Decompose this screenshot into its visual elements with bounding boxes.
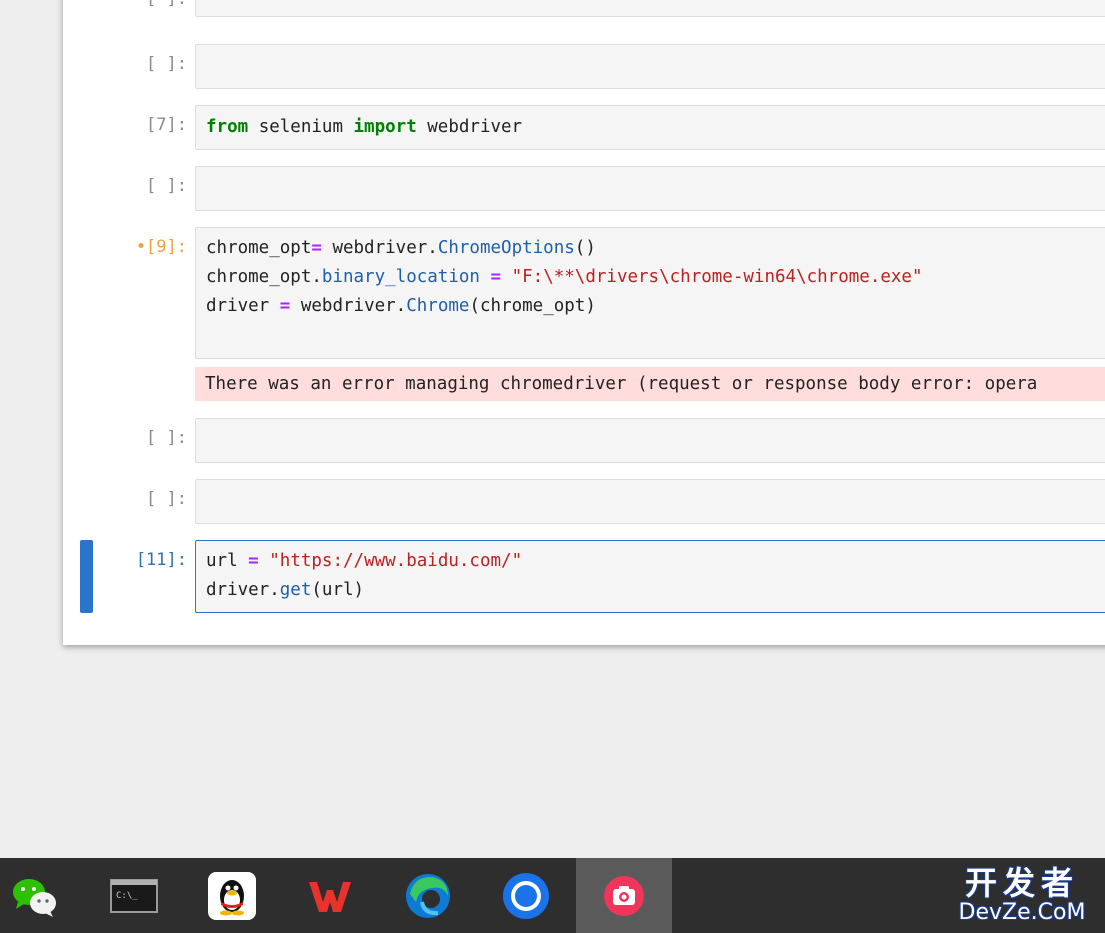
attribute-name: binary_location xyxy=(321,267,480,287)
code-line: from selenium import webdriver xyxy=(196,106,1105,148)
taskbar-chrome[interactable] xyxy=(478,858,574,933)
cell-prompt: •[9]: xyxy=(135,237,187,257)
cell-input[interactable] xyxy=(195,166,1105,211)
terminal-label: C:\_ xyxy=(116,891,138,901)
code-text: chrome_opt. xyxy=(206,267,322,287)
string-literal: "https://www.baidu.com/" xyxy=(269,551,523,571)
qq-icon xyxy=(208,872,256,920)
code-text: url xyxy=(206,551,249,571)
code-text: webdriver. xyxy=(290,296,407,316)
code-cell[interactable]: [ ]: xyxy=(63,166,1105,211)
cell-input[interactable]: url = "https://www.baidu.com/" driver.ge… xyxy=(195,540,1105,613)
string-literal: "F:\**\drivers\chrome-win64\chrome.exe" xyxy=(511,267,923,287)
operator: = xyxy=(311,238,322,258)
watermark-title: 开发者 xyxy=(964,864,1079,902)
taskbar-qq[interactable] xyxy=(184,858,280,933)
cell-prompt: [11]: xyxy=(135,550,187,570)
keyword: import xyxy=(353,117,417,137)
code-text: () xyxy=(574,238,596,258)
keyword: from xyxy=(206,117,249,137)
code-text: webdriver. xyxy=(321,238,438,258)
cell-prompt: [ ]: xyxy=(146,489,187,509)
notebook-panel: [ ]: [ ]: [7]: from selenium import webd… xyxy=(63,0,1105,645)
code-text: (chrome_opt) xyxy=(469,296,596,316)
cell-input[interactable] xyxy=(195,479,1105,524)
code-cell[interactable]: [ ]: xyxy=(63,44,1105,89)
operator: = xyxy=(490,267,502,287)
cell-input[interactable] xyxy=(195,44,1105,89)
cell-prompt: [ ]: xyxy=(146,176,187,196)
taskbar-screen-recorder[interactable] xyxy=(576,858,672,933)
code-cell[interactable]: [ ]: xyxy=(63,479,1105,524)
cell-input[interactable]: from selenium import webdriver xyxy=(195,105,1105,150)
watermark-domain: DevZe.CoM xyxy=(958,900,1086,925)
code-text: chrome_opt xyxy=(206,238,312,258)
taskbar: C:\_ 开发者 DevZe.CoM xyxy=(0,858,1105,933)
module-name: selenium xyxy=(248,117,354,137)
taskbar-terminal[interactable]: C:\_ xyxy=(86,858,182,933)
stderr-output: There was an error managing chromedriver… xyxy=(195,367,1105,401)
taskbar-wps[interactable] xyxy=(282,858,378,933)
code-text: driver. xyxy=(206,580,280,600)
cell-input[interactable]: chrome_opt= webdriver.ChromeOptions() ch… xyxy=(195,227,1105,359)
taskbar-wechat[interactable] xyxy=(0,858,96,933)
cell-prompt: [ ]: xyxy=(63,0,187,9)
code-cell[interactable]: [7]: from selenium import webdriver xyxy=(63,105,1105,150)
edge-icon xyxy=(406,874,450,918)
code-line: driver = webdriver.Chrome(chrome_opt) xyxy=(196,292,1105,327)
operator: = xyxy=(248,551,259,571)
wps-icon xyxy=(309,882,351,912)
chrome-icon xyxy=(503,873,549,919)
code-cell[interactable]: •[9]: chrome_opt= webdriver.ChromeOption… xyxy=(63,227,1105,407)
code-line: driver.get(url) xyxy=(196,576,1105,611)
watermark-logo: 开发者 DevZe.CoM xyxy=(947,866,1097,928)
cell-prompt: [ ]: xyxy=(146,428,187,448)
cell-prompt: [ ]: xyxy=(146,54,187,74)
operator: = xyxy=(279,296,291,316)
function-name: ChromeOptions xyxy=(437,238,575,258)
wechat-icon xyxy=(13,879,56,917)
import-name: webdriver xyxy=(416,117,523,137)
function-name: get xyxy=(279,580,312,600)
cell-input[interactable] xyxy=(195,418,1105,463)
function-name: Chrome xyxy=(406,296,470,316)
code-text: driver xyxy=(206,296,280,316)
code-cell[interactable]: [ ]: xyxy=(63,418,1105,463)
cell-input[interactable] xyxy=(195,0,1105,17)
code-text: (url) xyxy=(311,580,365,600)
taskbar-edge[interactable] xyxy=(380,858,476,933)
code-cell[interactable]: [ ]: xyxy=(63,0,1105,17)
code-cell-active[interactable]: [11]: url = "https://www.baidu.com/" dri… xyxy=(63,540,1105,613)
screen-recorder-icon xyxy=(604,876,644,916)
terminal-icon: C:\_ xyxy=(110,879,158,913)
cell-prompt: [7]: xyxy=(146,115,187,135)
